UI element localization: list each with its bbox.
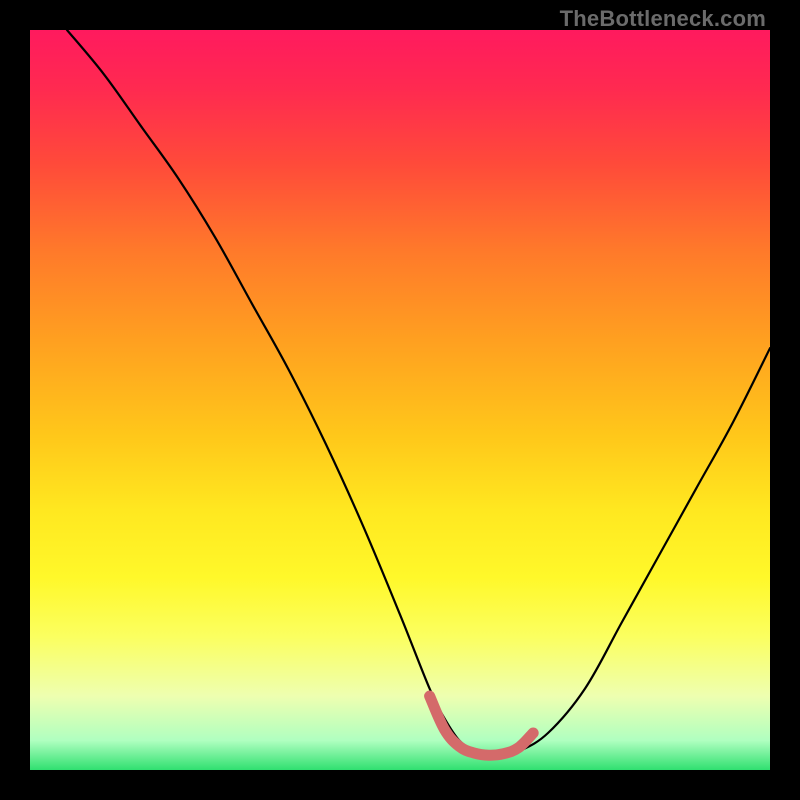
chart-container: TheBottleneck.com xyxy=(0,0,800,800)
curve-svg xyxy=(30,30,770,770)
optimal-zone-highlight xyxy=(430,696,534,755)
watermark-text: TheBottleneck.com xyxy=(560,6,766,32)
plot-area xyxy=(30,30,770,770)
bottleneck-curve xyxy=(67,30,770,756)
